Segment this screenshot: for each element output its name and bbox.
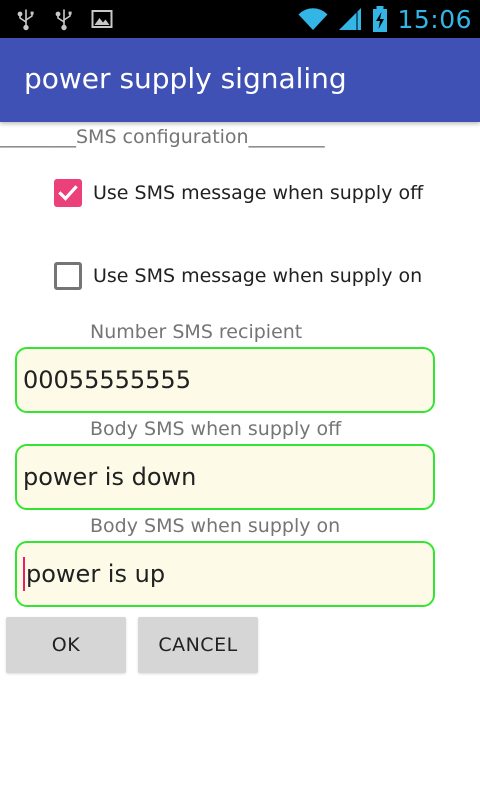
body-on-label: Body SMS when supply on [90,515,341,537]
section-title: ________SMS configuration________ [0,126,325,148]
status-bar: 15:06 [0,0,480,38]
recipient-number-input[interactable]: 00055555555 [15,347,435,413]
checkbox-supply-on-row[interactable]: Use SMS message when supply on [54,260,422,292]
checkbox-supply-on-label: Use SMS message when supply on [93,265,423,287]
body-supply-off-input[interactable]: power is down [15,444,435,510]
ok-button[interactable]: OK [6,617,126,673]
body-supply-off-value: power is down [23,463,197,491]
body-supply-on-value: power is up [26,560,166,588]
battery-charging-icon [373,6,388,32]
app-bar: power supply signaling [0,38,480,122]
cancel-button[interactable]: CANCEL [138,617,258,673]
recipient-number-value: 00055555555 [23,366,191,394]
gallery-icon [91,10,113,28]
body-supply-on-input[interactable]: power is up [15,541,435,607]
usb-icon [17,9,34,31]
checkbox-supply-off-label: Use SMS message when supply off [93,182,424,204]
checkbox-supply-on[interactable] [54,262,82,290]
notification-icons [14,6,114,32]
system-icons: 15:06 [297,2,472,36]
recipient-label: Number SMS recipient [90,321,303,343]
signal-icon [339,8,362,30]
wifi-icon [298,8,328,30]
text-cursor [23,557,25,591]
checkbox-supply-off-row[interactable]: Use SMS message when supply off [54,177,423,209]
checkbox-supply-off[interactable] [54,179,82,207]
app-title: power supply signaling [24,62,347,95]
app-screen: 15:06 power supply signaling ________SMS… [0,0,480,800]
checkmark-icon [58,185,78,201]
body-off-label: Body SMS when supply off [90,418,342,440]
status-clock: 15:06 [397,4,472,34]
usb-icon [55,9,72,31]
